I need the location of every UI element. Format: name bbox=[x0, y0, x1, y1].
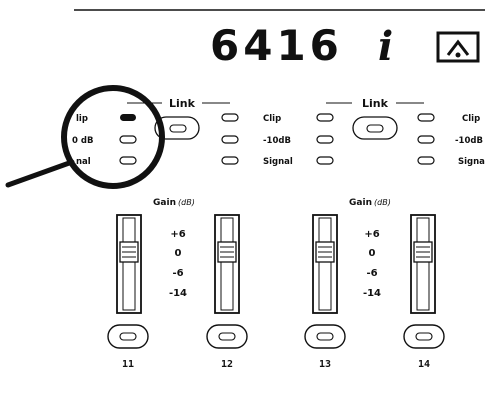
ch11-gain-fader[interactable] bbox=[116, 214, 142, 314]
zoom-label-signal: nal bbox=[76, 157, 91, 167]
channel-number-14: 14 bbox=[418, 359, 430, 370]
label-minus10-a: -10dB bbox=[263, 136, 291, 146]
channel-number-13: 13 bbox=[319, 359, 331, 370]
channel-number-11: 11 bbox=[122, 359, 134, 370]
gain-unit-left: (dB) bbox=[178, 198, 195, 207]
gain-tick-left-minus6: -6 bbox=[172, 268, 183, 279]
mixer-panel-diagram: 6416 i Link Clip -10dB Signal Link Clip … bbox=[0, 0, 485, 401]
ch14-clip-led bbox=[417, 113, 435, 122]
gain-tick-left-plus6: +6 bbox=[170, 229, 185, 240]
label-signal-a: Signal bbox=[263, 157, 293, 167]
ch11-signal-led bbox=[119, 156, 137, 165]
gain-unit-right: (dB) bbox=[374, 198, 391, 207]
zoom-label-0db: 0 dB bbox=[72, 136, 93, 146]
gain-tick-left-0: 0 bbox=[175, 248, 182, 259]
ch14-select-button[interactable] bbox=[403, 324, 445, 349]
link-label-left: Link bbox=[169, 97, 196, 110]
ch12-gain-fader[interactable] bbox=[214, 214, 240, 314]
link-button-right-inner bbox=[366, 124, 384, 133]
gain-title-left: Gain bbox=[153, 198, 176, 208]
panel-illustration: 6416 i Link Clip -10dB Signal Link Clip … bbox=[5, 9, 485, 370]
zoom-label-clip: lip bbox=[76, 114, 88, 124]
ch12-select-button[interactable] bbox=[206, 324, 248, 349]
gain-tick-left-minus14: -14 bbox=[169, 288, 187, 299]
label-clip-b: Clip bbox=[462, 114, 480, 124]
ch13-clip-led bbox=[316, 113, 334, 122]
gain-tick-right-plus6: +6 bbox=[364, 229, 379, 240]
ch11-select-button[interactable] bbox=[107, 324, 149, 349]
gain-tick-right-minus14: -14 bbox=[363, 288, 381, 299]
label-signal-b: Signal bbox=[458, 157, 485, 167]
ch13-minus10-led bbox=[316, 135, 334, 144]
ch14-minus10-led bbox=[417, 135, 435, 144]
ch14-signal-led bbox=[417, 156, 435, 165]
ch12-minus10-led bbox=[221, 135, 239, 144]
label-minus10-b: -10dB bbox=[455, 136, 483, 146]
model-number: 6416 bbox=[210, 21, 343, 70]
ch13-select-button[interactable] bbox=[304, 324, 346, 349]
ch12-signal-led bbox=[221, 156, 239, 165]
gain-tick-right-0: 0 bbox=[369, 248, 376, 259]
link-button-left-inner bbox=[169, 124, 187, 133]
ch11-minus10-led bbox=[119, 135, 137, 144]
link-button-right[interactable] bbox=[352, 116, 398, 140]
ch13-signal-led bbox=[316, 156, 334, 165]
ch11-clip-led bbox=[120, 114, 136, 121]
link-label-right: Link bbox=[362, 97, 389, 110]
model-suffix: i bbox=[378, 23, 393, 70]
label-clip-a: Clip bbox=[263, 114, 281, 124]
gain-tick-right-minus6: -6 bbox=[366, 268, 377, 279]
channel-number-12: 12 bbox=[221, 359, 233, 370]
gain-title-right: Gain bbox=[349, 198, 372, 208]
home-arrow-icon bbox=[436, 31, 480, 63]
ch13-gain-fader[interactable] bbox=[312, 214, 338, 314]
ch14-gain-fader[interactable] bbox=[410, 214, 436, 314]
ch12-clip-led bbox=[221, 113, 239, 122]
